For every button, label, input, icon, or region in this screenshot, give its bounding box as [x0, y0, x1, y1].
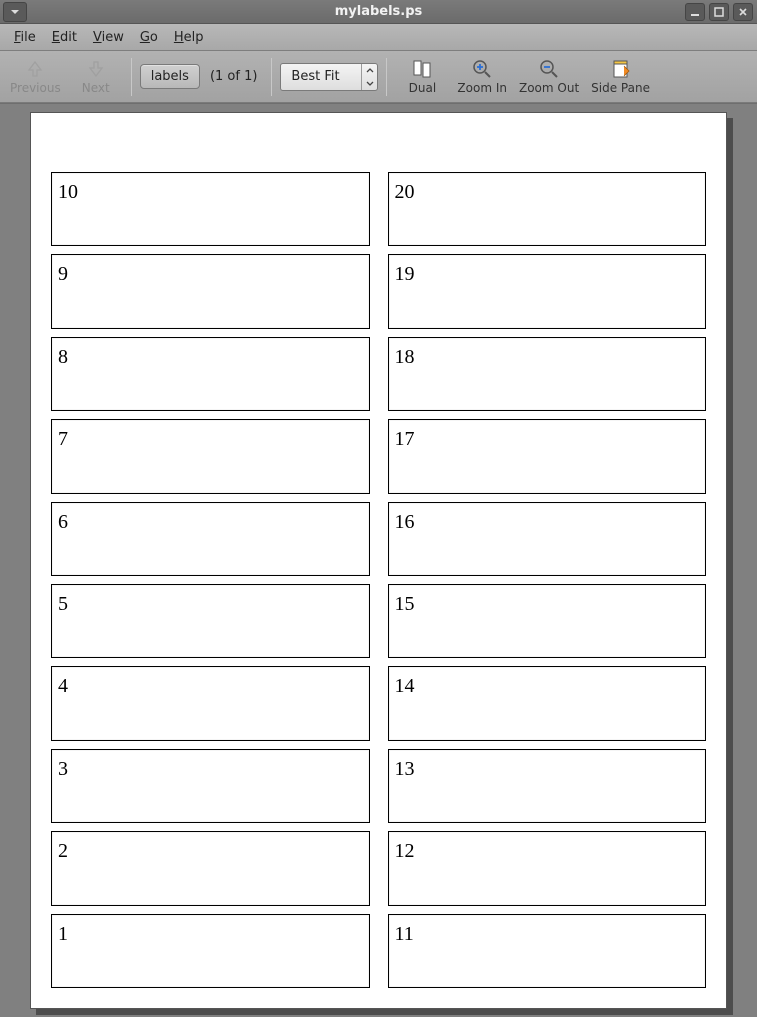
label-cell: 8	[51, 337, 370, 411]
label-number: 16	[395, 511, 415, 534]
zoom-in-icon	[471, 58, 493, 80]
label-cell: 3	[51, 749, 370, 823]
label-number: 13	[395, 758, 415, 781]
arrow-up-icon	[24, 58, 46, 80]
dual-label: Dual	[409, 81, 437, 95]
combo-stepper[interactable]	[361, 64, 377, 90]
zoom-out-label: Zoom Out	[519, 81, 579, 95]
label-number: 12	[395, 840, 415, 863]
maximize-button[interactable]	[709, 3, 729, 21]
label-cell: 10	[51, 172, 370, 246]
label-cell: 2	[51, 831, 370, 905]
titlebar: mylabels.ps	[0, 0, 757, 24]
label-cell: 17	[388, 419, 707, 493]
window-controls	[685, 3, 753, 21]
document-page: 10 9 8 7 6 5 4 3 2 1 20 19 18 17 16	[30, 112, 727, 1009]
zoom-in-button[interactable]: Zoom In	[453, 54, 511, 100]
label-cell: 20	[388, 172, 707, 246]
menu-edit[interactable]: Edit	[46, 28, 83, 47]
label-number: 2	[58, 840, 68, 863]
label-number: 5	[58, 593, 68, 616]
label-cell: 13	[388, 749, 707, 823]
label-cell: 18	[388, 337, 707, 411]
label-cell: 14	[388, 666, 707, 740]
labels-tag-button[interactable]: labels	[140, 64, 200, 89]
minimize-button[interactable]	[685, 3, 705, 21]
label-number: 3	[58, 758, 68, 781]
next-label: Next	[82, 81, 110, 95]
menubar: File Edit View Go Help	[0, 24, 757, 51]
zoom-mode-text: Best Fit	[281, 64, 361, 90]
label-number: 11	[395, 923, 414, 946]
label-cell: 4	[51, 666, 370, 740]
close-button[interactable]	[733, 3, 753, 21]
label-number: 19	[395, 263, 415, 286]
dual-button[interactable]: Dual	[395, 54, 449, 100]
label-cell: 15	[388, 584, 707, 658]
label-number: 20	[395, 181, 415, 204]
side-pane-icon	[610, 58, 632, 80]
labels-left-column: 10 9 8 7 6 5 4 3 2 1	[51, 172, 370, 988]
menu-go[interactable]: Go	[134, 28, 164, 47]
page-indicator: (1 of 1)	[204, 69, 263, 84]
label-number: 10	[58, 181, 78, 204]
chevron-up-icon	[362, 64, 377, 77]
chevron-down-icon	[362, 77, 377, 90]
side-pane-button[interactable]: Side Pane	[587, 54, 654, 100]
label-cell: 11	[388, 914, 707, 988]
label-cell: 12	[388, 831, 707, 905]
zoom-out-icon	[538, 58, 560, 80]
zoom-out-button[interactable]: Zoom Out	[515, 54, 583, 100]
previous-label: Previous	[10, 81, 61, 95]
zoom-mode-combo[interactable]: Best Fit	[280, 63, 378, 91]
label-number: 1	[58, 923, 68, 946]
window-menu-button[interactable]	[3, 2, 27, 22]
next-button[interactable]: Next	[69, 54, 123, 100]
label-number: 7	[58, 428, 68, 451]
label-cell: 19	[388, 254, 707, 328]
toolbar-separator	[131, 58, 132, 96]
document-viewport[interactable]: 10 9 8 7 6 5 4 3 2 1 20 19 18 17 16	[0, 103, 757, 1017]
label-cell: 9	[51, 254, 370, 328]
label-cell: 1	[51, 914, 370, 988]
label-number: 14	[395, 675, 415, 698]
label-number: 15	[395, 593, 415, 616]
menu-file[interactable]: File	[8, 28, 42, 47]
toolbar: Previous Next labels (1 of 1) Best Fit D…	[0, 51, 757, 103]
labels-tag-text: labels	[151, 69, 189, 84]
page-shadow: 10 9 8 7 6 5 4 3 2 1 20 19 18 17 16	[30, 112, 727, 1009]
side-pane-label: Side Pane	[591, 81, 650, 95]
menu-help[interactable]: Help	[168, 28, 210, 47]
toolbar-separator	[271, 58, 272, 96]
label-number: 8	[58, 346, 68, 369]
label-number: 17	[395, 428, 415, 451]
label-number: 9	[58, 263, 68, 286]
label-number: 6	[58, 511, 68, 534]
toolbar-separator	[386, 58, 387, 96]
label-cell: 5	[51, 584, 370, 658]
label-cell: 16	[388, 502, 707, 576]
menu-file-rest: ile	[21, 30, 36, 45]
window-title: mylabels.ps	[0, 4, 757, 19]
menu-view[interactable]: View	[87, 28, 130, 47]
zoom-in-label: Zoom In	[457, 81, 507, 95]
label-cell: 6	[51, 502, 370, 576]
label-cell: 7	[51, 419, 370, 493]
label-number: 4	[58, 675, 68, 698]
labels-grid: 10 9 8 7 6 5 4 3 2 1 20 19 18 17 16	[51, 172, 706, 988]
arrow-down-icon	[85, 58, 107, 80]
dual-page-icon	[411, 58, 433, 80]
previous-button[interactable]: Previous	[6, 54, 65, 100]
labels-right-column: 20 19 18 17 16 15 14 13 12 11	[388, 172, 707, 988]
label-number: 18	[395, 346, 415, 369]
